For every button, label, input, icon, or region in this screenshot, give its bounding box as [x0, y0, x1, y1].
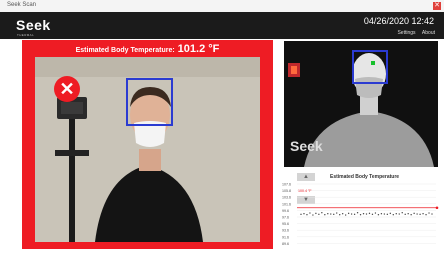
data-point: [371, 213, 374, 216]
threshold-marker: [435, 206, 439, 210]
temperature-readout: Estimated Body Temperature: 101.2 °F: [22, 43, 273, 55]
data-point: [321, 212, 323, 214]
thermal-watermark: Seek: [290, 138, 323, 154]
y-tick-label: 99.6: [282, 209, 289, 213]
data-point: [330, 213, 332, 215]
highlight-label: 100.4 °F: [298, 189, 312, 193]
data-point: [425, 213, 427, 216]
data-point: [300, 213, 302, 216]
y-tick-label: 105.8: [282, 189, 291, 193]
data-point: [333, 213, 335, 216]
y-tick-label: 89.6: [282, 242, 289, 246]
data-point: [365, 213, 368, 215]
chart-plot: 107.6 105.8 103.6 101.6 99.6 97.6 95.6 93.6 91.6…: [282, 183, 439, 246]
data-point: [353, 213, 356, 216]
app-header: Seek THERMAL 04/26/2020 12:42 Settings A…: [0, 12, 444, 39]
data-point: [398, 213, 400, 215]
data-point: [377, 213, 380, 216]
settings-link[interactable]: Settings: [397, 30, 415, 36]
datetime-display: 04/26/2020 12:42: [363, 16, 434, 26]
data-point: [309, 212, 311, 214]
y-tick-label: 101.6: [282, 202, 291, 206]
data-point: [380, 213, 383, 215]
data-point: [431, 213, 433, 215]
data-point: [422, 213, 424, 215]
data-point: [336, 212, 338, 214]
data-point: [392, 213, 394, 216]
y-tick-label: 95.6: [282, 222, 289, 226]
chart-title: Estimated Body Temperature: [330, 174, 400, 180]
thermal-feed-image: Seek: [284, 41, 438, 167]
data-point: [356, 212, 359, 214]
data-point: [419, 213, 421, 216]
data-point: [312, 214, 314, 216]
data-point: [359, 213, 362, 216]
data-point: [315, 212, 317, 215]
data-point: [407, 213, 409, 215]
data-point: [318, 213, 320, 216]
y-tick-label: 93.6: [282, 229, 289, 233]
window-title: Seek Scan: [7, 2, 37, 8]
y-tick-label: 107.6: [282, 183, 291, 187]
data-point: [374, 212, 377, 214]
seek-logo: Seek: [16, 17, 51, 33]
data-point: [428, 212, 430, 214]
thermal-camera-panel: Seek: [284, 41, 438, 167]
data-point: [404, 213, 406, 216]
y-tick-label: 97.6: [282, 216, 289, 220]
data-point: [344, 214, 347, 216]
data-point: [416, 213, 418, 215]
close-icon[interactable]: ✕: [433, 2, 441, 10]
data-point: [350, 213, 353, 215]
data-point: [347, 212, 350, 215]
data-point: [362, 213, 365, 215]
data-point: [339, 213, 341, 216]
data-point: [389, 212, 392, 215]
data-point: [401, 212, 403, 214]
y-tick-label: 103.6: [282, 196, 291, 200]
data-point: [327, 213, 329, 215]
data-point: [341, 213, 344, 215]
temperature-label: Estimated Body Temperature:: [75, 47, 175, 54]
visible-camera-feed: ✕: [35, 57, 260, 242]
y-tick-label: 91.6: [282, 235, 289, 239]
logo-subtitle: THERMAL: [17, 33, 35, 37]
fail-x-icon: ✕: [54, 76, 80, 102]
visible-camera-panel: Estimated Body Temperature: 101.2 °F ✕: [22, 40, 273, 249]
data-point: [368, 212, 371, 215]
data-point: [395, 213, 397, 215]
temperature-value: 101.2 °F: [177, 43, 220, 55]
header-links: Settings About: [392, 30, 435, 36]
data-point: [383, 213, 386, 215]
data-point: [324, 213, 326, 216]
data-point: [386, 213, 389, 216]
data-point: [306, 213, 308, 216]
data-point: [303, 213, 305, 215]
data-point: [413, 212, 415, 215]
data-point: [410, 213, 412, 216]
about-link[interactable]: About: [422, 30, 435, 36]
temperature-chart: Estimated Body Temperature 107.6 105.8 103…: [282, 174, 442, 252]
